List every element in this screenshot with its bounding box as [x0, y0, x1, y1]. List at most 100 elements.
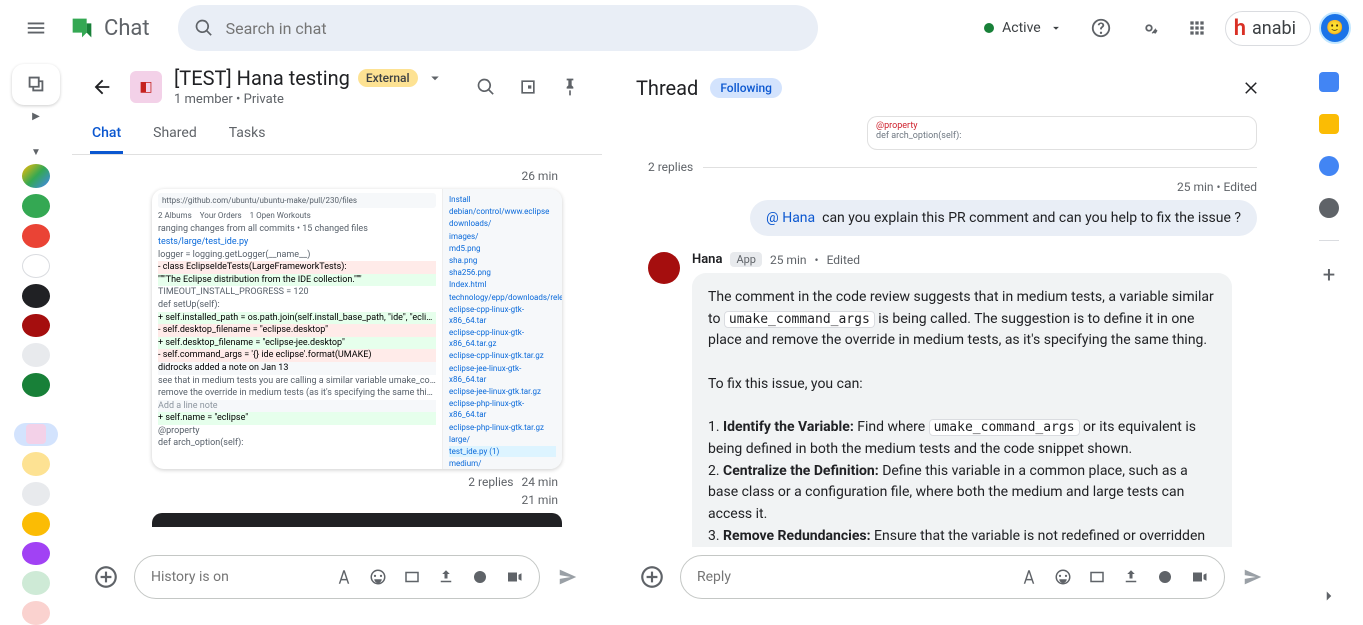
tab-shared[interactable]: Shared [151, 115, 199, 154]
rail-item[interactable] [22, 512, 50, 536]
send-button[interactable] [1235, 566, 1271, 588]
space-subtitle: 1 member • Private [174, 92, 444, 107]
chevron-down-icon[interactable] [426, 69, 444, 87]
presence-dot-icon [984, 23, 994, 33]
rail-item[interactable] [22, 314, 50, 338]
message-timestamp: 24 min [521, 475, 558, 489]
emoji-button[interactable] [363, 562, 393, 592]
product-logo: Chat [68, 14, 150, 42]
message-timestamp: 21 min [152, 493, 558, 507]
contacts-icon[interactable] [1319, 198, 1339, 218]
workspace-brand[interactable]: h anabi [1225, 11, 1311, 46]
popout-button[interactable] [510, 69, 546, 105]
help-button[interactable] [1081, 8, 1121, 48]
rail-item[interactable] [22, 373, 50, 397]
rail-item[interactable] [22, 343, 50, 367]
rail-item[interactable] [22, 542, 50, 566]
divider [703, 167, 1257, 168]
search-in-space-button[interactable] [468, 69, 504, 105]
sender-name: Hana [692, 252, 722, 267]
tab-chat[interactable]: Chat [90, 115, 123, 154]
rail-item[interactable] [22, 284, 50, 308]
edited-label: Edited [1224, 180, 1257, 194]
message-timestamp: 25 min [1177, 180, 1214, 194]
tab-tasks[interactable]: Tasks [227, 115, 268, 154]
reply-input[interactable] [697, 569, 1014, 585]
rail-item[interactable] [22, 452, 50, 476]
gif-button[interactable] [397, 562, 427, 592]
gif-button[interactable] [1082, 562, 1112, 592]
attached-image[interactable]: https://github.com/ubuntu/ubuntu-make/pu… [152, 189, 562, 469]
thread-panel: Thread Following @property def arch_opti… [618, 56, 1287, 617]
chevron-down-icon[interactable]: ▼ [31, 147, 41, 158]
send-button[interactable] [550, 566, 586, 588]
compose-box[interactable] [134, 555, 540, 599]
chat-message-list[interactable]: 26 min https://github.com/ubuntu/ubuntu-… [72, 155, 602, 547]
space-tabs: Chat Shared Tasks [72, 115, 602, 155]
app-badge: App [730, 252, 762, 267]
bot-message: The comment in the code review suggests … [692, 273, 1232, 547]
bot-avatar [648, 252, 680, 284]
nav-rail: ▶ ▼ [0, 56, 72, 625]
settings-button[interactable] [1129, 8, 1169, 48]
presence-status[interactable]: Active [974, 14, 1073, 42]
divider [1319, 240, 1339, 241]
record-button[interactable] [465, 562, 495, 592]
thread-message-list[interactable]: @property def arch_option(self): 2 repli… [618, 116, 1287, 547]
format-button[interactable] [1014, 562, 1044, 592]
upload-button[interactable] [1116, 562, 1146, 592]
video-button[interactable] [1184, 562, 1214, 592]
rail-current-space[interactable] [14, 423, 58, 447]
rail-item[interactable] [22, 482, 50, 506]
rail-item[interactable] [22, 571, 50, 595]
code-inline: umake_command_args [724, 311, 875, 328]
add-button[interactable] [634, 559, 670, 595]
attached-image[interactable] [152, 513, 562, 527]
diff-url: https://github.com/ubuntu/ubuntu-make/pu… [158, 193, 436, 208]
apps-button[interactable] [1177, 8, 1217, 48]
chat-icon [68, 14, 96, 42]
close-thread-button[interactable] [1233, 70, 1269, 106]
message-timestamp: 25 min [770, 253, 807, 267]
record-button[interactable] [1150, 562, 1180, 592]
upload-button[interactable] [431, 562, 461, 592]
collapse-panel-button[interactable] [1320, 587, 1338, 605]
space-icon [26, 424, 46, 444]
compose-input[interactable] [151, 569, 329, 585]
tasks-icon[interactable] [1319, 156, 1339, 176]
back-button[interactable] [86, 71, 118, 103]
add-button[interactable] [88, 559, 124, 595]
video-button[interactable] [499, 562, 529, 592]
reply-count[interactable]: 2 replies [468, 475, 513, 489]
side-panel-rail: + [1303, 56, 1355, 617]
search-icon [194, 18, 214, 38]
pin-button[interactable] [552, 69, 588, 105]
mention[interactable]: @ Hana [766, 210, 815, 226]
reply-count: 2 replies [648, 160, 693, 174]
rail-item[interactable] [22, 601, 50, 625]
following-badge[interactable]: Following [710, 78, 782, 98]
space-avatar: ◧ [130, 71, 162, 103]
rail-item[interactable] [22, 254, 50, 278]
chevron-right-icon[interactable]: ▶ [32, 111, 40, 122]
chat-panel: ◧ [TEST] Hana testing External 1 member … [72, 56, 602, 617]
search-input[interactable] [226, 19, 802, 38]
calendar-icon[interactable] [1319, 72, 1339, 92]
presence-label: Active [1002, 20, 1041, 36]
rail-item[interactable] [22, 194, 50, 218]
add-addon-button[interactable]: + [1323, 263, 1335, 288]
message-timestamp: 26 min [152, 169, 558, 183]
reply-compose-box[interactable] [680, 555, 1225, 599]
account-avatar[interactable]: 🙂 [1319, 12, 1351, 44]
rail-home-button[interactable] [12, 64, 60, 105]
search-bar[interactable] [178, 5, 818, 51]
emoji-button[interactable] [1048, 562, 1078, 592]
quoted-snippet[interactable]: @property def arch_option(self): [867, 116, 1257, 150]
rail-drive[interactable] [22, 164, 50, 188]
format-button[interactable] [329, 562, 359, 592]
main-menu-button[interactable] [12, 4, 60, 52]
keep-icon[interactable] [1319, 114, 1339, 134]
thread-title: Thread [636, 76, 698, 100]
rail-item[interactable] [22, 224, 50, 248]
external-badge: External [358, 69, 418, 87]
